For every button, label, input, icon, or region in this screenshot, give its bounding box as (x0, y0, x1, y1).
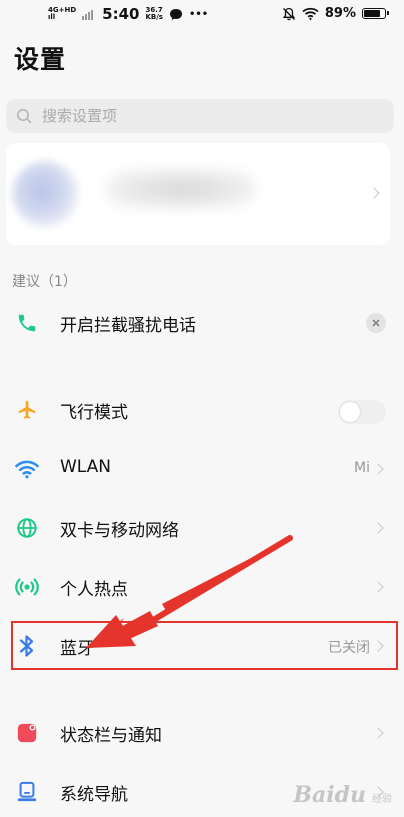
signal-bars: ıll (48, 13, 56, 21)
account-card[interactable] (6, 143, 390, 245)
wifi-status-icon (302, 7, 319, 20)
wifi-icon (14, 456, 40, 482)
chevron-right-icon (372, 640, 384, 652)
dismiss-suggestion-button[interactable] (366, 313, 386, 333)
airplane-mode-toggle[interactable] (338, 400, 386, 424)
settings-item-status-bar-notifications[interactable]: 状态栏与通知 (0, 708, 404, 758)
settings-item-label: 蓝牙 (60, 639, 94, 659)
search-icon (17, 109, 32, 124)
suggestion-item-block-spam-calls[interactable]: 开启拦截骚扰电话 (0, 298, 404, 348)
settings-item-label: 双卡与移动网络 (60, 521, 179, 541)
battery-level (364, 10, 380, 17)
message-bubble-icon (169, 8, 182, 20)
clock: 5:40 (102, 5, 140, 23)
baidu-watermark: Baidu 经验 (293, 782, 392, 808)
settings-item-label: 系统导航 (60, 785, 128, 805)
suggestions-section-label: 建议（1） (12, 274, 77, 290)
globe-icon (14, 515, 40, 541)
navigation-icon (14, 779, 40, 805)
network-speed: 36.7 KB/s (145, 6, 163, 21)
notification-icon (14, 720, 40, 746)
mute-bell-icon (282, 7, 295, 20)
battery-percentage: 89% (324, 6, 356, 21)
chevron-right-icon (372, 522, 384, 534)
settings-item-label: 飞行模式 (60, 403, 128, 423)
suggestion-item-label: 开启拦截骚扰电话 (60, 316, 196, 336)
page-title: 设置 (14, 45, 67, 74)
bluetooth-status: 已关闭 (328, 640, 370, 656)
chevron-right-icon (372, 581, 384, 593)
close-icon (372, 319, 380, 327)
chevron-right-icon (372, 727, 384, 739)
account-avatar (12, 161, 78, 227)
account-info-blurred (106, 169, 256, 209)
battery-icon (362, 8, 389, 19)
search-bar[interactable] (6, 99, 394, 133)
search-input[interactable] (40, 106, 364, 126)
settings-item-label: 个人热点 (60, 580, 128, 600)
signal-icon (82, 10, 94, 20)
settings-item-label: WLAN (60, 457, 112, 477)
settings-item-wlan[interactable]: WLAN Mi (0, 444, 404, 494)
phone-icon (14, 310, 40, 336)
wlan-network-name: Mi (354, 460, 370, 476)
more-notifications: ••• (188, 8, 209, 20)
settings-item-airplane-mode[interactable]: 飞行模式 (0, 385, 404, 435)
watermark-sub: 经验 (372, 794, 392, 805)
settings-item-personal-hotspot[interactable]: 个人热点 (0, 562, 404, 612)
bluetooth-icon (14, 633, 40, 659)
cellular-signal: 4G+HD ıll (48, 7, 76, 21)
settings-item-bluetooth[interactable]: 蓝牙 已关闭 (0, 621, 404, 671)
settings-item-dual-sim-mobile-network[interactable]: 双卡与移动网络 (0, 503, 404, 553)
watermark-logo: Baidu (293, 782, 366, 808)
chevron-right-icon (368, 187, 380, 199)
status-bar: 4G+HD ıll 5:40 36.7 KB/s ••• 89% (0, 0, 404, 30)
toggle-knob (340, 402, 360, 422)
airplane-icon (14, 397, 40, 423)
settings-item-label: 状态栏与通知 (60, 726, 162, 746)
hotspot-icon (14, 574, 40, 600)
chevron-right-icon (372, 463, 384, 475)
